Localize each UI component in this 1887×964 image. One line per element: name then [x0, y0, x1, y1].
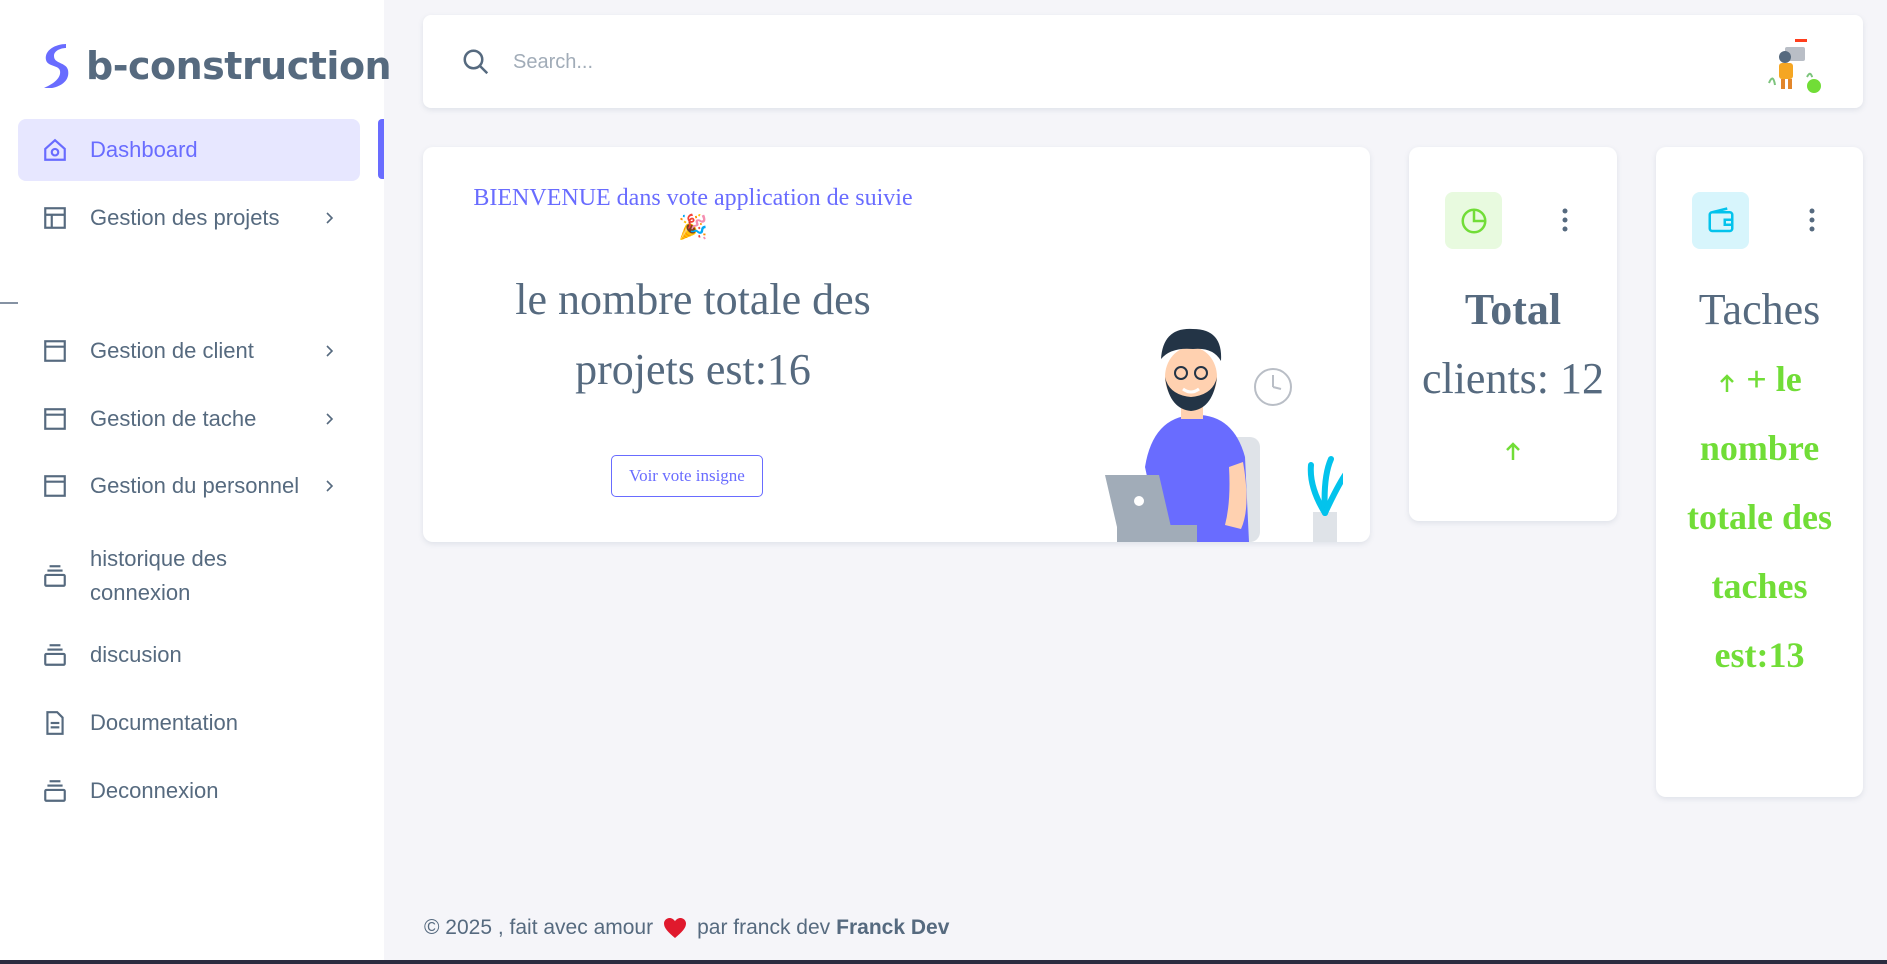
collection-icon	[44, 565, 66, 587]
wallet-icon-box	[1692, 192, 1749, 249]
footer-brand-link[interactable]: Franck Dev	[836, 916, 949, 940]
home-icon	[44, 138, 66, 161]
sidebar-item-deconnexion[interactable]: Deconnexion	[18, 760, 360, 822]
tasks-stat-text: Taches + le nombre totale des taches est…	[1656, 275, 1863, 690]
clients-count: clients: 12	[1421, 354, 1605, 403]
sidebar-item-gestion-client[interactable]: Gestion de client	[18, 320, 360, 382]
footer: © 2025 , fait avec amour par franck dev …	[424, 916, 949, 940]
brand-logo-icon	[44, 44, 69, 88]
sidebar-item-label: Gestion du personnel	[90, 473, 300, 498]
sidebar-item-label: Deconnexion	[90, 778, 219, 803]
file-icon	[46, 711, 64, 735]
top-navbar	[423, 15, 1863, 108]
sidebar-item-gestion-personnel[interactable]: Gestion du personnel	[18, 455, 360, 517]
wallet-icon	[1708, 206, 1733, 232]
arrow-up-icon	[1720, 373, 1735, 392]
project-count-text: le nombre totale des projets est:16	[515, 275, 871, 394]
clients-stat-card: Total clients: 12	[1409, 147, 1617, 521]
chevron-right-icon	[326, 345, 334, 357]
view-badge-button[interactable]: Voir vote insigne	[611, 455, 763, 497]
sidebar-item-dashboard[interactable]: Dashboard	[18, 119, 360, 181]
tasks-stat-card: Taches + le nombre totale des taches est…	[1656, 147, 1863, 797]
chevron-right-icon	[326, 413, 334, 425]
footer-copyright: © 2025 , fait avec amour	[424, 916, 654, 939]
menu-divider	[0, 302, 18, 304]
window-bottom-edge	[0, 960, 1887, 964]
sidebar-item-label: Gestion de client	[90, 338, 254, 363]
clients-stat-text: Total clients: 12	[1409, 275, 1617, 481]
arrow-up-icon	[1506, 442, 1520, 460]
chevron-right-icon	[326, 212, 334, 224]
window-icon	[44, 475, 66, 497]
sidebar-item-label: Gestion de tache	[90, 406, 257, 431]
layout-icon	[44, 207, 66, 229]
tasks-count: + le nombre totale des taches est:13	[1687, 359, 1832, 675]
collection-icon	[44, 644, 66, 666]
search-input[interactable]	[511, 41, 1115, 83]
clients-title: Total	[1464, 285, 1562, 334]
clients-count-line: clients: 12	[1409, 345, 1617, 481]
sidebar-item-label: discusion	[90, 642, 182, 667]
tasks-title: Taches	[1698, 285, 1821, 334]
online-status-dot	[1805, 77, 1823, 95]
more-options-icon[interactable]	[1561, 207, 1569, 233]
welcome-card: BIENVENUE dans vote application de suivi…	[423, 147, 1370, 542]
sidebar: b-construction Dashboard Gestion des pro…	[0, 0, 392, 960]
sidebar-item-discusion[interactable]: discusion	[18, 624, 360, 686]
sidebar-item-label: Dashboard	[90, 137, 198, 162]
active-indicator	[378, 119, 384, 179]
window-icon	[44, 340, 66, 362]
sidebar-item-label: historique des connexion	[90, 546, 227, 605]
brand-name: b-construction	[86, 44, 392, 88]
sidebar-item-gestion-projets[interactable]: Gestion des projets	[18, 187, 360, 249]
welcome-title: BIENVENUE dans vote application de suivi…	[473, 185, 913, 241]
man-with-laptop-illustration	[1105, 328, 1343, 542]
heart-icon	[664, 918, 687, 938]
footer-author-text: par franck dev	[697, 916, 831, 939]
brand[interactable]: b-construction	[38, 40, 392, 92]
pie-chart-icon-box	[1445, 192, 1502, 249]
sidebar-item-label: Gestion des projets	[90, 205, 280, 230]
collection-icon	[44, 780, 66, 802]
sidebar-item-label: Documentation	[90, 710, 238, 735]
tasks-count-text: + le nombre totale des taches est:13	[1656, 345, 1863, 690]
sidebar-item-documentation[interactable]: Documentation	[18, 692, 360, 754]
more-options-icon[interactable]	[1808, 207, 1816, 233]
search-icon	[463, 49, 489, 75]
sidebar-item-gestion-tache[interactable]: Gestion de tache	[18, 388, 360, 450]
chevron-right-icon	[326, 480, 334, 492]
window-icon	[44, 408, 66, 430]
pie-chart-icon	[1461, 208, 1486, 233]
sidebar-item-historique[interactable]: historique des connexion	[18, 536, 360, 616]
